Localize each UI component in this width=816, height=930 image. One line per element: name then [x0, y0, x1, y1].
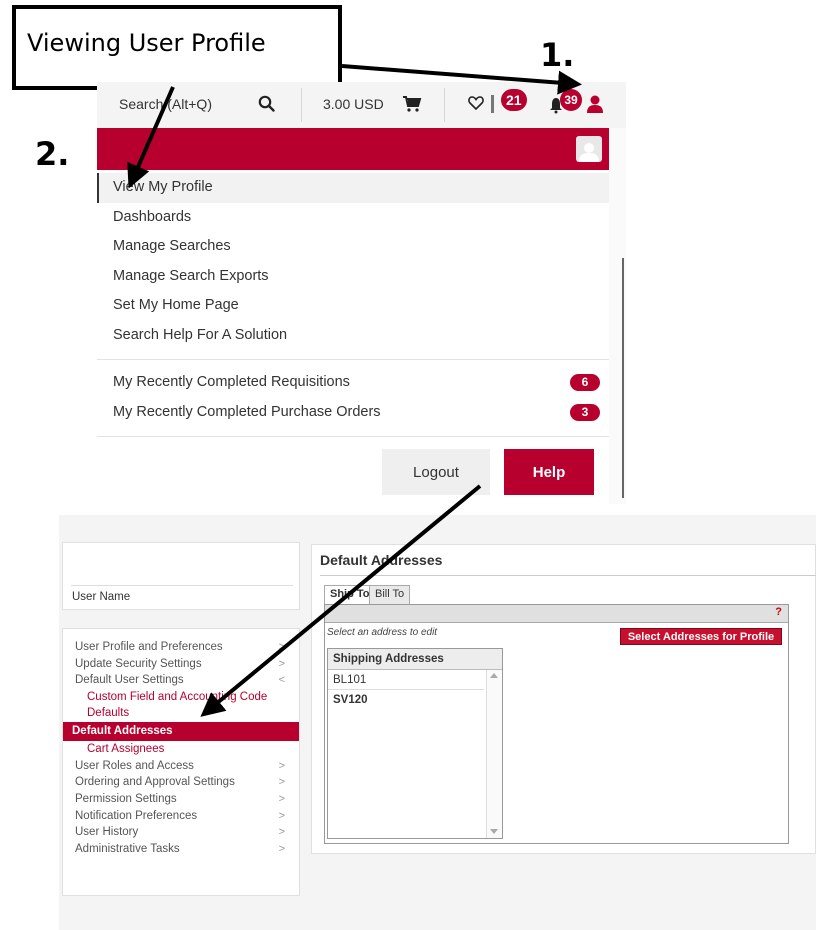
menu-scrollbar-thumb[interactable]: [622, 258, 624, 498]
nav-notifications[interactable]: Notification Preferences >: [63, 808, 299, 825]
flag-icon[interactable]: [491, 95, 494, 113]
favorites-count-badge[interactable]: 21: [501, 89, 527, 111]
profile-page-screenshot: User Name User Profile and Preferences >…: [59, 515, 816, 930]
step-one-label: 1.: [540, 36, 575, 74]
recent-purchase-orders-label: My Recently Completed Purchase Orders: [113, 404, 381, 420]
cart-icon[interactable]: [402, 94, 422, 114]
user-dropdown-screenshot: Search (Alt+Q) 3.00 USD 21 39 View My Pr…: [97, 82, 626, 504]
menu-item-search-help[interactable]: Search Help For A Solution: [97, 321, 609, 351]
scroll-down-icon[interactable]: [490, 829, 498, 834]
menu-item-view-profile[interactable]: View My Profile: [97, 173, 609, 203]
user-name-label: User Name: [72, 591, 131, 603]
divider: [71, 585, 293, 586]
divider: [320, 575, 816, 576]
notifications-count-badge[interactable]: 39: [560, 89, 582, 111]
nav-user-roles[interactable]: User Roles and Access >: [63, 758, 299, 775]
chevron-right-icon: >: [278, 759, 285, 772]
address-list-scrollbar[interactable]: [486, 670, 502, 838]
chevron-right-icon: >: [278, 657, 285, 670]
nav-default-settings-label: Default User Settings: [75, 674, 184, 687]
nav-user-roles-label: User Roles and Access: [75, 759, 194, 772]
shipping-addresses-header: Shipping Addresses: [328, 649, 502, 670]
divider: [301, 88, 302, 122]
chevron-right-icon: >: [278, 792, 285, 805]
menu-scrollbar[interactable]: [609, 128, 626, 504]
nav-user-history-label: User History: [75, 826, 139, 839]
chevron-right-icon: >: [278, 843, 285, 855]
user-icon[interactable]: [586, 94, 604, 114]
callout-title: Viewing User Profile: [27, 29, 266, 57]
chevron-right-icon: >: [278, 826, 285, 839]
nav-notifications-label: Notification Preferences: [75, 809, 198, 822]
nav-security-label: Update Security Settings: [75, 657, 202, 670]
nav-ordering-approval-label: Ordering and Approval Settings: [75, 776, 235, 789]
menu-item-recent-requisitions[interactable]: My Recently Completed Requisitions 6: [97, 367, 609, 397]
nav-default-settings[interactable]: Default User Settings <: [63, 672, 299, 689]
nav-default-addresses[interactable]: Default Addresses: [63, 722, 299, 742]
recent-requisitions-count: 6: [570, 374, 600, 391]
nav-cart-assignees[interactable]: Cart Assignees: [63, 741, 299, 758]
nav-user-profile[interactable]: User Profile and Preferences >: [63, 639, 299, 656]
menu-divider: [97, 359, 609, 360]
tab-ship-to[interactable]: Ship To: [324, 585, 376, 605]
chevron-right-icon: >: [278, 776, 285, 789]
search-field[interactable]: Search (Alt+Q): [119, 96, 212, 112]
chevron-right-icon: >: [278, 641, 285, 653]
nav-admin-tasks[interactable]: Administrative Tasks >: [63, 841, 299, 858]
top-header-bar: Search (Alt+Q) 3.00 USD 21 39: [97, 82, 626, 128]
menu-item-manage-search-exports[interactable]: Manage Search Exports: [97, 262, 609, 292]
logout-button[interactable]: Logout: [382, 449, 490, 495]
menu-item-dashboards[interactable]: Dashboards: [97, 203, 609, 233]
avatar-icon: [579, 143, 599, 162]
nav-admin-tasks-label: Administrative Tasks: [75, 843, 180, 855]
shipping-address-list: Shipping Addresses BL101 SV120: [327, 648, 503, 839]
ship-to-tab-content: ? Select an address to edit Select Addre…: [324, 604, 789, 844]
nav-user-history[interactable]: User History >: [63, 824, 299, 841]
chevron-left-icon: <: [278, 674, 285, 687]
chevron-right-icon: >: [278, 809, 285, 822]
menu-item-recent-purchase-orders[interactable]: My Recently Completed Purchase Orders 3: [97, 397, 609, 427]
scroll-up-icon[interactable]: [490, 673, 498, 678]
menu-item-manage-searches[interactable]: Manage Searches: [97, 232, 609, 262]
recent-requisitions-label: My Recently Completed Requisitions: [113, 374, 350, 390]
select-address-hint: Select an address to edit: [327, 627, 438, 638]
list-item[interactable]: BL101: [328, 670, 484, 690]
menu-item-set-home-page[interactable]: Set My Home Page: [97, 291, 609, 321]
cart-total[interactable]: 3.00 USD: [323, 96, 384, 112]
nav-permissions-label: Permission Settings: [75, 792, 177, 805]
step-two-label: 2.: [35, 135, 70, 173]
default-addresses-panel: Default Addresses Ship To Bill To ? Sele…: [311, 544, 816, 854]
divider: [444, 88, 445, 122]
user-menu-header: [97, 128, 609, 170]
avatar[interactable]: [576, 136, 602, 162]
help-icon[interactable]: ?: [775, 606, 782, 618]
heart-icon[interactable]: [468, 95, 484, 111]
nav-permissions[interactable]: Permission Settings >: [63, 791, 299, 808]
user-menu-footer: Logout Help: [97, 436, 609, 504]
nav-user-profile-label: User Profile and Preferences: [75, 641, 223, 653]
page-title: Default Addresses: [320, 552, 443, 568]
nav-custom-field-defaults[interactable]: Custom Field and Accounting Code Default…: [63, 689, 299, 722]
recent-purchase-orders-count: 3: [570, 404, 600, 421]
search-icon[interactable]: [257, 94, 277, 114]
nav-security[interactable]: Update Security Settings >: [63, 656, 299, 673]
list-item[interactable]: SV120: [328, 690, 484, 710]
help-button[interactable]: Help: [504, 449, 594, 495]
user-menu: View My Profile Dashboards Manage Search…: [97, 170, 609, 427]
select-addresses-button[interactable]: Select Addresses for Profile: [620, 628, 782, 645]
callout-box: Viewing User Profile: [12, 5, 342, 90]
user-card: User Name: [62, 542, 300, 610]
tab-bill-to[interactable]: Bill To: [369, 585, 411, 604]
tab-content-header: ?: [325, 605, 788, 623]
nav-ordering-approval[interactable]: Ordering and Approval Settings >: [63, 774, 299, 791]
profile-nav: User Profile and Preferences > Update Se…: [62, 628, 300, 896]
